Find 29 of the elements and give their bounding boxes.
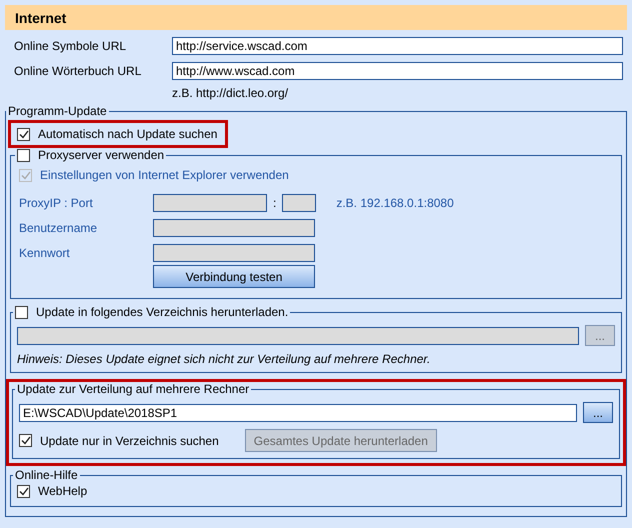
field-label: Online Symbole URL [14,39,128,53]
field-label: Benutzername [19,221,98,235]
checkbox-label: Proxyserver verwenden [38,148,164,162]
group-title: Update zur Verteilung auf mehrere Rechner [16,382,250,396]
separator-text: : [273,196,276,210]
note-text: Hinweis: Dieses Update eignet sich nicht zur Verteilung auf mehrere Rechner. [17,352,432,366]
folder-field[interactable]: E:\WSCAD\Update\2018SP1 [19,404,577,422]
url-field[interactable]: http://service.wscad.com [172,37,623,55]
checkbox-label: WebHelp [38,484,88,498]
checkbox-label: Automatisch nach Update suchen [38,127,218,141]
test-connection-button[interactable]: Verbindung testen [153,265,315,288]
port-field[interactable] [282,194,316,212]
field-label: Online Wörterbuch URL [14,64,142,78]
checkbox[interactable] [17,128,30,140]
checkbox-label: Update nur in Verzeichnis suchen [40,434,219,448]
section-header: Internet [5,5,627,30]
checkbox[interactable] [17,148,30,162]
hint-text: z.B. 192.168.0.1:8080 [336,196,454,210]
url-field[interactable]: http://www.wscad.com [172,62,623,80]
browse-button[interactable]: ... [583,402,613,423]
hint-text: z.B. http://dict.leo.org/ [172,86,290,100]
checkbox-label: Update in folgendes Verzeichnis herunterladen. [36,305,288,319]
group-title: Online-Hilfe [14,468,79,482]
checkbox-label: Einstellungen von Internet Explorer verwenden [40,168,289,182]
checkbox[interactable] [19,434,32,447]
field-label: Kennwort [19,246,71,260]
group-title: Programm-Update [7,104,108,118]
field-label: ProxyIP : Port [19,196,94,210]
checkbox[interactable] [17,484,30,498]
